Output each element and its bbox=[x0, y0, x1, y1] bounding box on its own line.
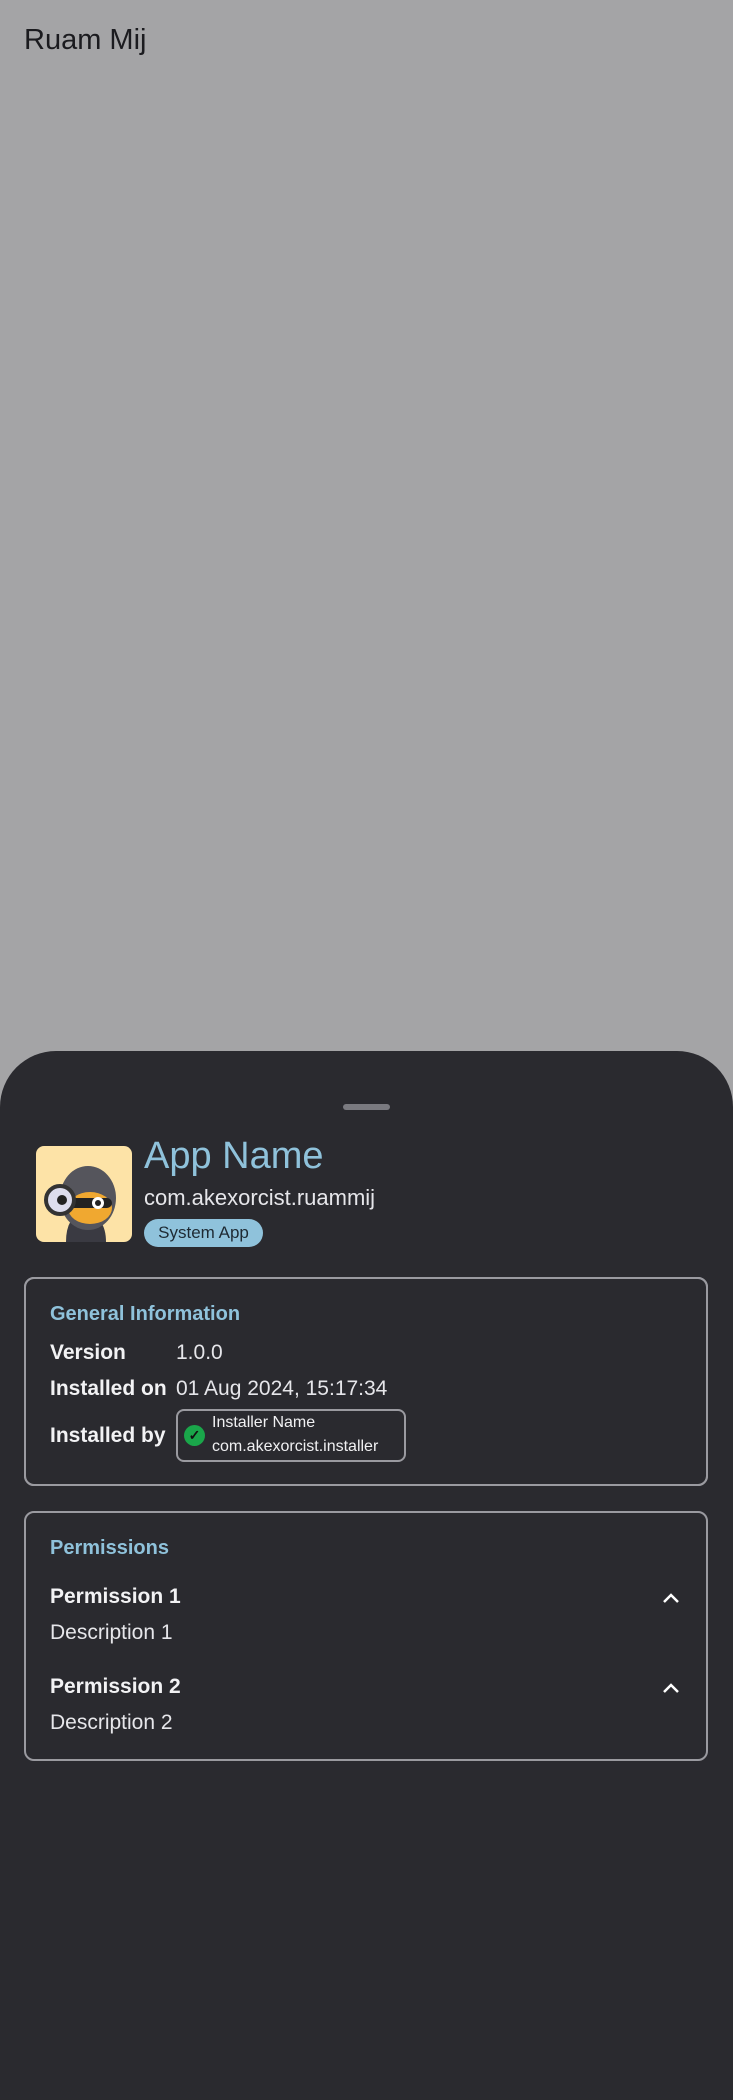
package-name: com.akexorcist.ruammij bbox=[144, 1185, 376, 1210]
version-label: Version bbox=[50, 1341, 126, 1364]
app-icon bbox=[36, 1146, 132, 1242]
chevron-up-icon[interactable] bbox=[660, 1587, 682, 1609]
chevron-up-icon[interactable] bbox=[660, 1677, 682, 1699]
installed-on-label: Installed on bbox=[50, 1377, 167, 1400]
app-title: Ruam Mij bbox=[24, 24, 147, 56]
system-app-badge: System App bbox=[144, 1219, 263, 1247]
permissions-title: Permissions bbox=[50, 1537, 169, 1559]
installed-by-label: Installed by bbox=[50, 1424, 166, 1447]
app-name: App Name bbox=[144, 1135, 324, 1177]
permissions-section: Permissions Permission 1 Description 1 P… bbox=[24, 1511, 708, 1761]
verified-check-icon: ✓ bbox=[184, 1425, 205, 1446]
general-information-section: General Information Version 1.0.0 Instal… bbox=[24, 1277, 708, 1486]
version-value: 1.0.0 bbox=[176, 1341, 223, 1364]
installer-package: com.akexorcist.installer bbox=[212, 1438, 379, 1455]
installer-name: Installer Name bbox=[212, 1414, 316, 1431]
drag-handle[interactable] bbox=[343, 1104, 390, 1110]
installer-chip[interactable]: ✓ Installer Name com.akexorcist.installe… bbox=[176, 1409, 406, 1462]
permission-description: Description 2 bbox=[50, 1711, 173, 1734]
installed-on-value: 01 Aug 2024, 15:17:34 bbox=[176, 1377, 388, 1400]
permission-name[interactable]: Permission 1 bbox=[50, 1585, 181, 1609]
general-information-title: General Information bbox=[50, 1303, 241, 1325]
permission-description: Description 1 bbox=[50, 1621, 173, 1644]
permission-name[interactable]: Permission 2 bbox=[50, 1675, 181, 1699]
